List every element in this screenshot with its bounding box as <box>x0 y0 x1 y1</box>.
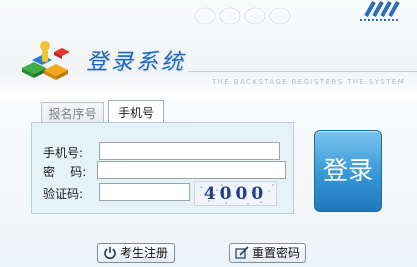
phone-input[interactable] <box>99 142 280 160</box>
tab-phone-number[interactable]: 手机号 <box>108 100 164 124</box>
power-icon <box>104 247 116 260</box>
captcha-text: 4000 <box>203 184 268 204</box>
password-label: 密 码: <box>43 165 87 179</box>
ring-decoration-icon <box>193 6 292 24</box>
slash-decoration-icon <box>360 1 400 21</box>
phone-label: 手机号: <box>43 146 84 160</box>
header-divider <box>188 71 417 72</box>
captcha-label: 验证码: <box>43 187 84 201</box>
reset-password-label: 重置密码 <box>252 246 301 260</box>
tab-registration-number[interactable]: 报名序号 <box>41 102 104 124</box>
login-panel: 登录系统 THE BACKSTAGE REGISTERS THE SYSTEM … <box>0 0 417 267</box>
password-input[interactable] <box>97 161 286 179</box>
reset-password-button[interactable]: 重置密码 <box>229 243 306 263</box>
captcha-input[interactable] <box>99 183 190 201</box>
register-button[interactable]: 考生注册 <box>97 243 175 263</box>
login-button[interactable]: 登录 <box>314 130 382 212</box>
logo-icon <box>22 41 70 80</box>
register-label: 考生注册 <box>120 246 169 260</box>
captcha-image[interactable]: 4000 <box>194 181 277 206</box>
edit-icon <box>235 246 249 259</box>
system-title: 登录系统 <box>86 50 187 75</box>
system-subtitle: THE BACKSTAGE REGISTERS THE SYSTEM <box>212 78 406 86</box>
